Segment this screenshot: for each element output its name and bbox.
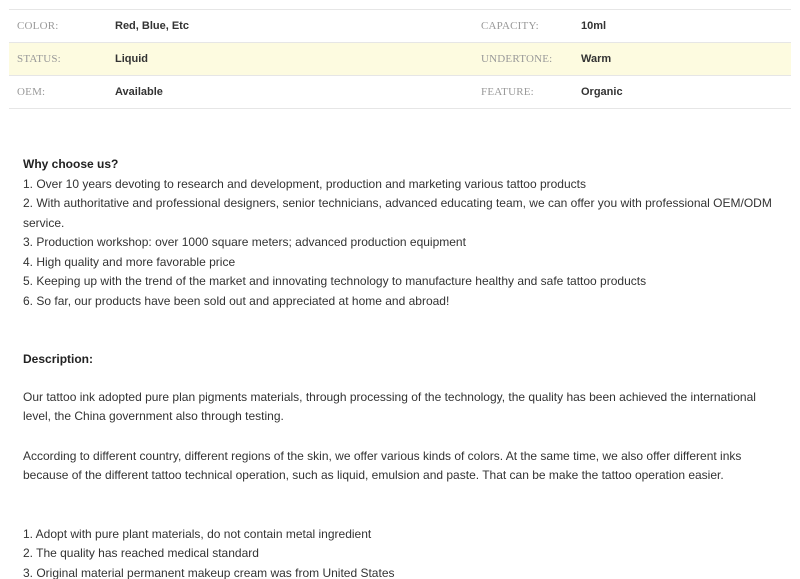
spec-value-undertone: Warm	[581, 53, 612, 65]
spec-value-color: Red, Blue, Etc	[115, 20, 189, 32]
spec-value-feature: Organic	[581, 86, 623, 98]
description-item: 3. Original material permanent makeup cr…	[23, 565, 395, 579]
spec-value-oem: Available	[115, 86, 163, 98]
why-item: 1. Over 10 years devoting to research an…	[23, 176, 586, 191]
spec-label-capacity: CAPACITY:	[481, 20, 539, 32]
spec-row-color: COLOR: Red, Blue, Etc CAPACITY: 10ml	[9, 10, 791, 43]
spec-value-capacity: 10ml	[581, 20, 607, 32]
why-item: 2. With authoritative and professional d…	[23, 196, 772, 230]
spec-row-status: STATUS: Liquid UNDERTONE: Warm	[9, 43, 791, 76]
why-item: 4. High quality and more favorable price	[23, 254, 236, 269]
description-item: 2. The quality has reached medical stand…	[23, 546, 259, 560]
spec-label-oem: OEM:	[17, 86, 46, 98]
why-heading: Why choose us?	[23, 157, 119, 171]
spec-value-status: Liquid	[115, 53, 148, 65]
why-item: 6. So far, our products have been sold o…	[23, 293, 450, 308]
spec-table: COLOR: Red, Blue, Etc CAPACITY: 10ml STA…	[9, 9, 791, 109]
description-paragraph: Our tattoo ink adopted pure plan pigment…	[23, 389, 756, 424]
spec-row-oem: OEM: Available FEATURE: Organic	[9, 76, 791, 109]
description-heading: Description:	[23, 352, 94, 366]
spec-label-color: COLOR:	[17, 20, 59, 32]
spec-label-undertone: UNDERTONE:	[481, 53, 553, 65]
product-description: Why choose us? 1. Over 10 years devoting…	[23, 155, 783, 579]
description-paragraph: According to different country, differen…	[23, 448, 742, 483]
description-item: 1. Adopt with pure plant materials, do n…	[23, 526, 372, 541]
why-item: 5. Keeping up with the trend of the mark…	[23, 274, 647, 288]
spec-label-feature: FEATURE:	[481, 86, 534, 98]
spec-label-status: STATUS:	[17, 53, 61, 65]
why-item: 3. Production workshop: over 1000 square…	[23, 235, 466, 249]
